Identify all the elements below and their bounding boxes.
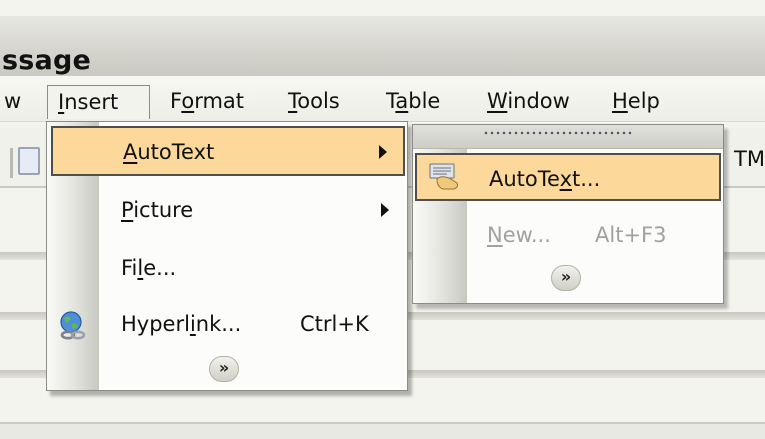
submenu-item-autotext[interactable]: AutoText... [415,153,721,201]
insert-menu-dropdown: AutoText Picture File... Hyperlink... Ct… [46,121,408,391]
submenu-arrow-icon [381,203,389,217]
menu-item-shortcut: Ctrl+K [300,312,369,336]
window-title-bar: ssage [0,16,765,76]
menu-view[interactable]: w [0,85,31,119]
menu-tools[interactable]: Tools [278,85,350,119]
toolbar-html-label[interactable]: TML [734,147,765,171]
toolbar-document-icon[interactable] [18,147,40,175]
menu-item-label: AutoText [123,140,215,164]
hyperlink-globe-icon [60,311,86,340]
menu-item-file[interactable]: File... [51,244,405,294]
expand-submenu-chevron-icon[interactable]: » [551,265,581,291]
submenu-arrow-icon [379,145,387,159]
menu-item-label: Hyperlink... [121,312,242,336]
autotext-submenu: AutoText... New... Alt+F3 » [412,124,724,304]
submenu-item-label: New... [487,223,551,247]
menu-item-label: Picture [121,198,194,222]
submenu-toolbar-grip[interactable] [413,125,723,149]
menu-item-hyperlink[interactable]: Hyperlink... Ctrl+K [51,300,405,350]
window-title: ssage [2,45,92,76]
toolbar-separator [10,148,13,178]
menu-item-label: File... [121,256,177,280]
background-band [0,422,765,439]
menu-help[interactable]: Help [602,85,670,119]
menu-insert[interactable]: Insert [47,85,150,119]
autotext-hand-icon [429,163,459,190]
menu-table[interactable]: Table [376,85,450,119]
grip-dots-icon [483,131,633,135]
expand-menu-chevron-icon[interactable]: » [209,356,239,382]
submenu-item-new[interactable]: New... Alt+F3 [415,211,721,259]
menu-format[interactable]: Format [160,85,254,119]
menu-item-picture[interactable]: Picture [51,186,405,236]
menu-window[interactable]: Window [477,85,580,119]
menu-insert-rest: nsert [64,90,119,114]
submenu-item-label: AutoText... [489,167,601,191]
submenu-item-shortcut: Alt+F3 [595,223,667,247]
menu-item-autotext[interactable]: AutoText [51,126,405,176]
